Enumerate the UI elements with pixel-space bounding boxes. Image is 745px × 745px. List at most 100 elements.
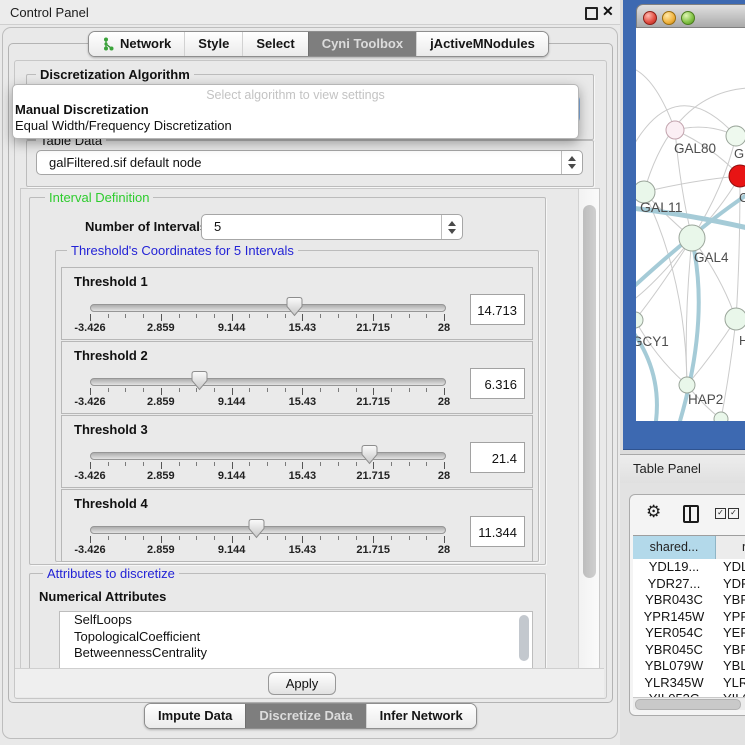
network-edge[interactable]: [644, 176, 740, 192]
scrollbar-thumb[interactable]: [635, 699, 741, 710]
settings-vertical-scrollbar[interactable]: [578, 189, 600, 668]
table-panel-title: Table Panel: [633, 461, 701, 476]
traffic-light-close-icon[interactable]: [643, 11, 657, 25]
threshold-panel-4: Threshold 4-3.4262.8599.14415.4321.71528…: [61, 489, 533, 562]
table-row[interactable]: YER054CYER0: [633, 625, 745, 642]
numerical-attributes-list[interactable]: SelfLoopsTopologicalCoefficientBetweenne…: [59, 611, 533, 669]
traffic-light-zoom-icon[interactable]: [681, 11, 695, 25]
tab-discretize-data[interactable]: Discretize Data: [245, 704, 365, 728]
dropdown-option-manual[interactable]: Manual Discretization: [13, 102, 578, 118]
tick-label: 21.715: [356, 322, 390, 334]
scrollbar-thumb[interactable]: [583, 205, 596, 578]
close-icon[interactable]: ✕: [602, 3, 614, 20]
gear-icon[interactable]: ⚙: [646, 502, 661, 522]
cell-name[interactable]: YBL0: [715, 658, 745, 675]
table-row[interactable]: YDL19...YDL1: [633, 559, 745, 576]
cell-shared-name[interactable]: YBL079W: [633, 658, 715, 675]
slider-tick-labels: -3.4262.8599.14415.4321.71528: [90, 322, 444, 334]
control-panel-titlebar: Control Panel ✕: [0, 0, 620, 25]
tab-network[interactable]: Network: [89, 32, 184, 56]
threshold-panel-3: Threshold 3-3.4262.8599.14415.4321.71528…: [61, 415, 533, 488]
attribute-item[interactable]: TopologicalCoefficient: [60, 629, 532, 646]
cell-name[interactable]: YER0: [715, 625, 745, 642]
network-node[interactable]: [679, 377, 695, 393]
tab-impute-data[interactable]: Impute Data: [145, 704, 245, 728]
slider-track[interactable]: [90, 378, 446, 386]
dropdown-option-equal-width[interactable]: Equal Width/Frequency Discretization: [13, 118, 578, 134]
cell-shared-name[interactable]: YDL19...: [633, 559, 715, 576]
cell-shared-name[interactable]: YDR27...: [633, 576, 715, 593]
network-node[interactable]: [729, 165, 745, 187]
slider-track[interactable]: [90, 304, 446, 312]
threshold-value[interactable]: 6.316: [470, 368, 525, 399]
cell-shared-name[interactable]: YPR145W: [633, 609, 715, 626]
bottom-tab-bar: Impute DataDiscretize DataInfer Network: [144, 703, 477, 729]
tab-cyni-toolbox[interactable]: Cyni Toolbox: [308, 32, 416, 56]
table-data-combo[interactable]: galFiltered.sif default node: [36, 150, 583, 175]
network-edge[interactable]: [644, 192, 687, 385]
network-node[interactable]: [725, 308, 745, 330]
network-node[interactable]: [636, 312, 643, 328]
table-horizontal-scrollbar[interactable]: [633, 697, 745, 710]
select-columns-icon[interactable]: ✓ ✓: [715, 508, 739, 519]
tab-jactivemnodules[interactable]: jActiveMNodules: [416, 32, 548, 56]
float-window-icon[interactable]: [585, 7, 598, 20]
network-edge[interactable]: [686, 238, 692, 385]
tick-label: 2.859: [147, 322, 175, 334]
network-node[interactable]: [726, 126, 745, 146]
number-of-intervals-value: 5: [214, 219, 221, 234]
table-row[interactable]: YBL079WYBL0: [633, 658, 745, 675]
network-canvas[interactable]: GAL80GCGAL11GAL4GCY1HHAP2: [636, 28, 745, 421]
network-window-titlebar[interactable]: [636, 4, 745, 28]
attribute-item[interactable]: SelfLoops: [60, 612, 532, 629]
table-row[interactable]: YLR345WYLR3: [633, 675, 745, 692]
threshold-label: Threshold 1: [74, 274, 148, 289]
traffic-light-minimize-icon[interactable]: [662, 11, 676, 25]
network-node[interactable]: [714, 412, 728, 421]
slider-track[interactable]: [90, 452, 446, 460]
combo-stepper-icon[interactable]: [561, 151, 582, 174]
node-label: G: [734, 146, 744, 161]
table-row[interactable]: YBR045CYBR0: [633, 642, 745, 659]
threshold-value[interactable]: 11.344: [470, 516, 525, 547]
cell-name[interactable]: YDL1: [715, 559, 745, 576]
tab-select[interactable]: Select: [242, 32, 307, 56]
tab-infer-network[interactable]: Infer Network: [366, 704, 476, 728]
cell-name[interactable]: YLR3: [715, 675, 745, 692]
cell-shared-name[interactable]: YER054C: [633, 625, 715, 642]
threshold-value[interactable]: 14.713: [470, 294, 525, 325]
combo-stepper-icon[interactable]: [441, 215, 462, 239]
slider-tick-labels: -3.4262.8599.14415.4321.71528: [90, 396, 444, 408]
column-header-shared-name[interactable]: shared...: [633, 536, 716, 559]
tick-label: -3.426: [74, 470, 105, 482]
tick-label: 28: [438, 544, 450, 556]
cell-name[interactable]: YPR1: [715, 609, 745, 626]
number-of-intervals-combo[interactable]: 5: [201, 214, 463, 240]
network-node[interactable]: [666, 121, 684, 139]
table-row[interactable]: YDR27...YDR2: [633, 576, 745, 593]
tick-label: 15.43: [289, 396, 317, 408]
table-row[interactable]: YPR145WYPR1: [633, 609, 745, 626]
cell-shared-name[interactable]: YBR043C: [633, 592, 715, 609]
attribute-item[interactable]: BetweennessCentrality: [60, 645, 532, 662]
table-row[interactable]: YBR043CYBR0: [633, 592, 745, 609]
cell-name[interactable]: YDR2: [715, 576, 745, 593]
screen: { "window": { "title": "Control Panel", …: [0, 0, 745, 745]
cell-name[interactable]: YBR0: [715, 592, 745, 609]
cell-shared-name[interactable]: YBR045C: [633, 642, 715, 659]
node-label: HAP2: [688, 392, 723, 407]
attributes-list-scrollbar[interactable]: [519, 615, 529, 661]
apply-button[interactable]: Apply: [268, 672, 336, 695]
cell-name[interactable]: YBR0: [715, 642, 745, 659]
dropdown-hint: Select algorithm to view settings: [13, 85, 578, 102]
column-header-name[interactable]: n: [716, 536, 745, 559]
split-columns-icon[interactable]: [683, 505, 699, 523]
tab-style[interactable]: Style: [184, 32, 242, 56]
threshold-value[interactable]: 21.4: [470, 442, 525, 473]
tick-label: 15.43: [289, 322, 317, 334]
slider-track[interactable]: [90, 526, 446, 534]
network-view-window: GAL80GCGAL11GAL4GCY1HHAP2: [623, 0, 745, 450]
network-node[interactable]: [679, 225, 705, 251]
network-edge[interactable]: [636, 68, 675, 130]
cell-shared-name[interactable]: YLR345W: [633, 675, 715, 692]
